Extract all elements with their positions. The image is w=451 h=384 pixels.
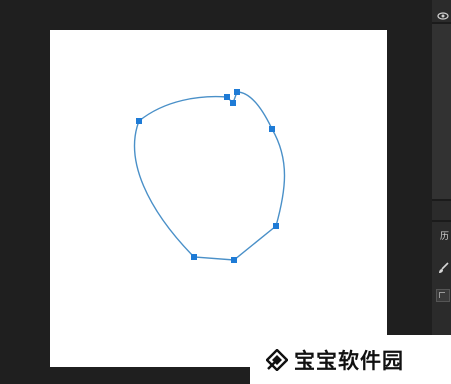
panel-divider [432, 220, 451, 222]
anchor-point[interactable] [269, 126, 275, 132]
anchor-point[interactable] [273, 223, 279, 229]
anchor-point[interactable] [224, 94, 230, 100]
watermark: 宝宝软件园 [250, 335, 451, 384]
path-drawing[interactable] [50, 30, 387, 367]
eye-icon[interactable] [437, 11, 449, 21]
anchor-point[interactable] [234, 89, 240, 95]
document-canvas[interactable] [50, 30, 387, 367]
watermark-logo-icon [266, 348, 288, 371]
closed-path[interactable] [133, 91, 286, 261]
anchor-point[interactable] [136, 118, 142, 124]
anchor-point[interactable] [191, 254, 197, 260]
history-panel-label[interactable]: 历 [440, 230, 451, 244]
watermark-text: 宝宝软件园 [294, 348, 404, 373]
brush-icon[interactable] [438, 262, 450, 274]
anchor-point[interactable] [230, 100, 236, 106]
layer-thumbnail-mark [439, 292, 445, 298]
canvas-workspace[interactable] [0, 0, 432, 384]
panel-divider [432, 199, 451, 201]
anchor-point[interactable] [231, 257, 237, 263]
panel-content [432, 24, 451, 199]
